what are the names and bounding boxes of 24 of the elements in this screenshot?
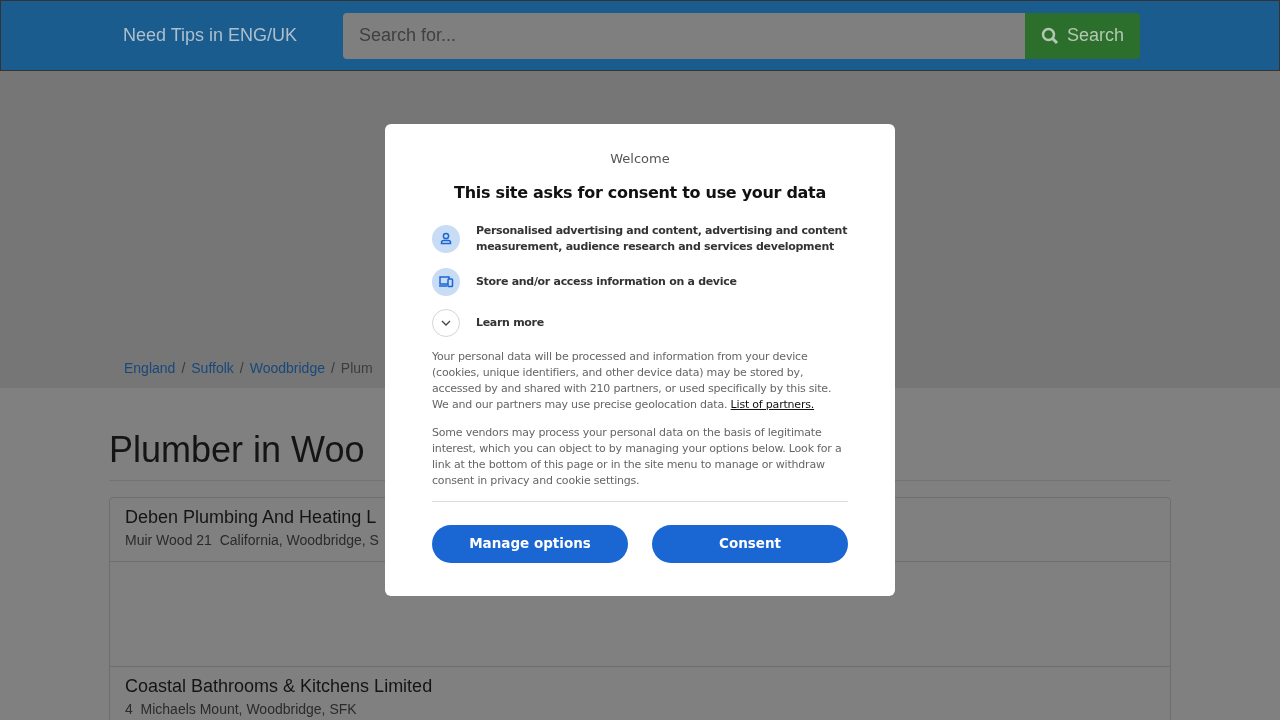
manage-options-button[interactable]: Manage options xyxy=(432,524,628,563)
listing-address: 4 Michaels Mount, Woodbridge, SFK xyxy=(125,700,357,719)
person-icon xyxy=(432,224,460,253)
breadcrumb-separator: / xyxy=(180,359,187,378)
listing-name[interactable]: Deben Plumbing And Heating L xyxy=(125,506,377,528)
consent-paragraph: Your personal data will be processed and information from your device (cookies, unique identifiers, and other device data) may be stored by, accessed by and shared with 210 partners, or used specifically by this site. We and our partners may use precise geolocation data. List of partners. xyxy=(432,348,833,413)
breadcrumb-separator: / xyxy=(329,359,336,378)
partners-link[interactable]: List of partners. xyxy=(730,397,815,411)
dialog-welcome: Welcome xyxy=(609,150,671,168)
search-button[interactable]: Search xyxy=(1025,12,1141,59)
consent-button[interactable]: Consent xyxy=(652,524,848,563)
listing-address: Muir Wood 21 California, Woodbridge, S xyxy=(125,531,379,550)
site-brand[interactable]: Need Tips in ENG/UK xyxy=(123,22,343,49)
search-icon xyxy=(1041,26,1059,45)
breadcrumb-current: Plum xyxy=(340,359,373,378)
breadcrumb-separator: / xyxy=(238,359,245,378)
dialog-title: This site asks for consent to use your data xyxy=(453,181,827,204)
purpose-text: Store and/or access information on a device xyxy=(476,273,737,290)
chevron-down-icon[interactable] xyxy=(432,308,460,337)
device-icon xyxy=(432,267,460,296)
purpose-text: Personalised advertising and content, advertising and content measurement, audience research and services development xyxy=(476,222,848,255)
learn-more-toggle[interactable]: Learn more xyxy=(476,314,544,331)
search-field[interactable]: Search for... xyxy=(343,12,1025,59)
listing-name[interactable]: Coastal Bathrooms & Kitchens Limited xyxy=(125,675,433,697)
